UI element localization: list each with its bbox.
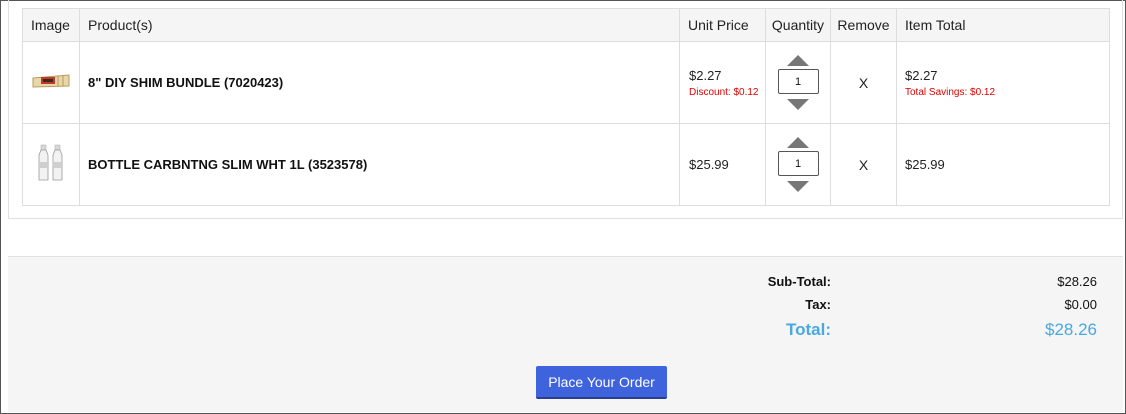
product-image-cell — [22, 123, 80, 206]
order-summary: Sub-Total: $28.26 Tax: $0.00 Total: $28.… — [8, 256, 1123, 412]
shim-bundle-thumbnail[interactable] — [32, 73, 70, 92]
quantity-input[interactable] — [777, 69, 819, 94]
place-order-button[interactable]: Place Your Order — [536, 366, 667, 399]
bottle-image — [38, 144, 63, 181]
cart-row: BOTTLE CARBNTNG SLIM WHT 1L (3523578) $2… — [22, 123, 1110, 206]
header-quantity: Quantity — [765, 8, 831, 42]
cart-header-row: Image Product(s) Unit Price Quantity Rem… — [22, 8, 1110, 42]
quantity-cell — [765, 41, 831, 124]
header-unit-price: Unit Price — [679, 8, 766, 42]
product-name[interactable]: BOTTLE CARBNTNG SLIM WHT 1L (3523578) — [88, 157, 367, 172]
header-item-total: Item Total — [896, 8, 1110, 42]
cart-table: Image Product(s) Unit Price Quantity Rem… — [22, 8, 1110, 206]
shim-bundle-image — [32, 74, 70, 88]
quantity-stepper — [766, 55, 830, 110]
subtotal-label: Sub-Total: — [767, 274, 831, 289]
cart-container: Image Product(s) Unit Price Quantity Rem… — [8, 0, 1123, 219]
unit-price-cell: $25.99 — [679, 123, 766, 206]
product-name[interactable]: 8" DIY SHIM BUNDLE (7020423) — [88, 75, 283, 90]
quantity-input[interactable] — [777, 151, 819, 176]
increase-arrow-icon[interactable] — [787, 137, 809, 148]
subtotal-value: $28.26 — [1057, 274, 1097, 289]
discount-text: Discount: $0.12 — [689, 86, 759, 98]
product-name-cell: 8" DIY SHIM BUNDLE (7020423) — [79, 41, 680, 124]
product-image-cell — [22, 41, 80, 124]
remove-button[interactable]: X — [859, 157, 868, 173]
unit-price: $25.99 — [689, 157, 729, 172]
header-remove: Remove — [830, 8, 897, 42]
decrease-arrow-icon[interactable] — [787, 181, 809, 192]
product-name-cell: BOTTLE CARBNTNG SLIM WHT 1L (3523578) — [79, 123, 680, 206]
header-image: Image — [22, 8, 80, 42]
total-label: Total: — [785, 320, 831, 339]
remove-cell: X — [830, 123, 897, 206]
total-savings-text: Total Savings: $0.12 — [905, 86, 996, 98]
increase-arrow-icon[interactable] — [787, 55, 809, 66]
decrease-arrow-icon[interactable] — [787, 99, 809, 110]
tax-value: $0.00 — [1064, 297, 1097, 312]
item-total: $2.27 — [905, 67, 938, 83]
item-total-cell: $25.99 — [896, 123, 1110, 206]
item-total-cell: $2.27 Total Savings: $0.12 — [896, 41, 1110, 124]
unit-price: $2.27 — [689, 67, 722, 83]
quantity-cell — [765, 123, 831, 206]
unit-price-cell: $2.27 Discount: $0.12 — [679, 41, 766, 124]
cart-row: 8" DIY SHIM BUNDLE (7020423) $2.27 Disco… — [22, 41, 1110, 124]
header-products: Product(s) — [79, 8, 680, 42]
bottle-thumbnail[interactable] — [38, 144, 64, 185]
total-value: $28.26 — [1045, 320, 1097, 339]
quantity-stepper — [766, 137, 830, 192]
tax-label: Tax: — [805, 297, 831, 312]
remove-cell: X — [830, 41, 897, 124]
item-total: $25.99 — [905, 157, 945, 172]
remove-button[interactable]: X — [859, 75, 868, 91]
